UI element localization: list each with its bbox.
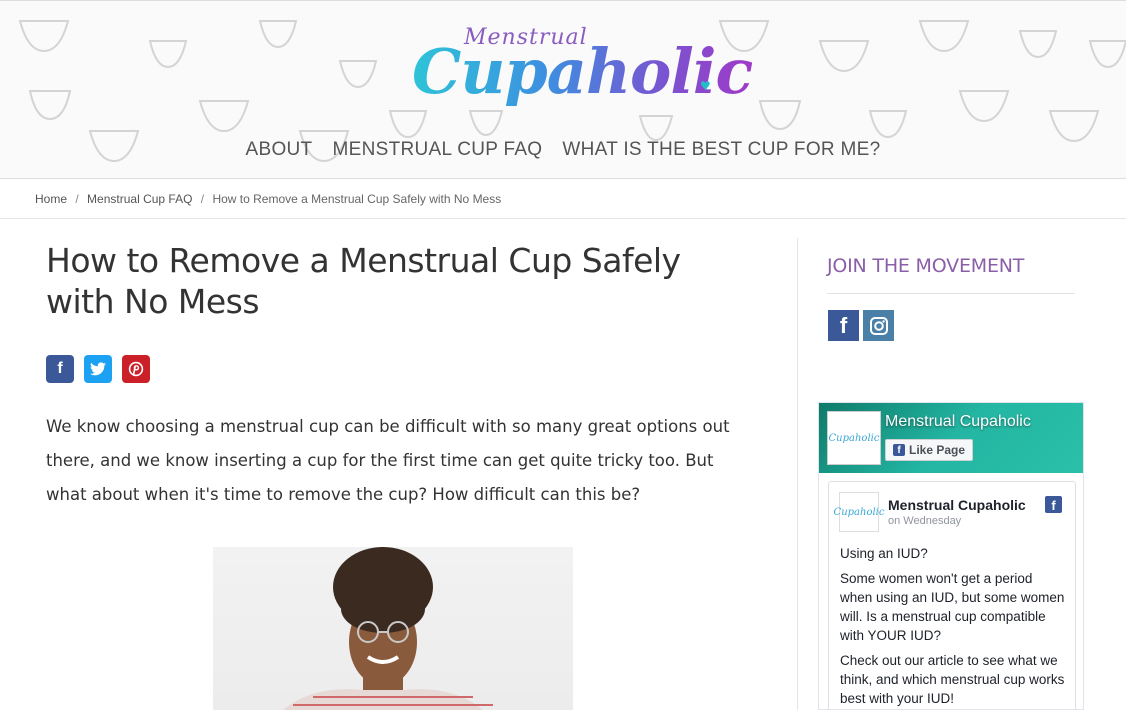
facebook-post: Cupaholic Menstrual Cupaholic on Wednesd… <box>828 481 1076 709</box>
instagram-link[interactable] <box>863 310 894 341</box>
main-nav: ABOUT MENSTRUAL CUP FAQ WHAT IS THE BEST… <box>0 139 1126 161</box>
breadcrumb-divider <box>0 218 1126 219</box>
like-page-button[interactable]: f Like Page <box>885 439 974 461</box>
sidebar-divider <box>797 238 798 710</box>
social-links: f <box>828 310 894 341</box>
breadcrumb-separator: / <box>200 192 205 206</box>
twitter-share-button[interactable] <box>84 355 112 383</box>
breadcrumb-home[interactable]: Home <box>35 192 67 206</box>
post-paragraph: Using an IUD? <box>840 546 928 561</box>
twitter-icon <box>90 362 106 376</box>
breadcrumb: Home / Menstrual Cup FAQ / How to Remove… <box>35 192 501 206</box>
facebook-page-widget: Cupaholic Menstrual Cupaholic f Like Pag… <box>818 402 1084 710</box>
article-intro: We know choosing a menstrual cup can be … <box>46 417 730 504</box>
post-avatar-logo: Cupaholic <box>833 506 885 518</box>
post-paragraph: Some women won't get a period when using… <box>840 571 1065 643</box>
site-header: Menstrual Cupaholic ♥ ABOUT MENSTRUAL CU… <box>0 0 1126 179</box>
page-avatar[interactable]: Cupaholic <box>827 411 881 465</box>
post-paragraph: Check out our article to see what we thi… <box>840 653 1065 706</box>
nav-menstrual-cup-faq[interactable]: MENSTRUAL CUP FAQ <box>332 139 542 161</box>
facebook-page-name[interactable]: Menstrual Cupaholic <box>885 413 1031 431</box>
facebook-share-button[interactable]: f <box>46 355 74 383</box>
breadcrumb-current: How to Remove a Menstrual Cup Safely wit… <box>212 192 502 206</box>
facebook-icon: f <box>893 444 905 456</box>
post-text: Using an IUD? Some women won't get a per… <box>840 544 1068 709</box>
site-logo[interactable]: Menstrual Cupaholic ♥ <box>412 19 753 111</box>
facebook-link[interactable]: f <box>828 310 859 341</box>
heart-icon: ♥ <box>700 79 711 93</box>
sidebar-heading: JOIN THE MOVEMENT <box>827 255 1025 277</box>
instagram-icon <box>869 316 888 335</box>
article-hero-image <box>213 547 573 710</box>
facebook-icon: f <box>1045 496 1062 513</box>
nav-about[interactable]: ABOUT <box>246 139 313 161</box>
pinterest-icon <box>128 361 144 377</box>
post-author[interactable]: Menstrual Cupaholic <box>888 497 1026 513</box>
sidebar-heading-rule <box>827 293 1075 294</box>
logo-title: Cupaholic <box>412 35 753 108</box>
breadcrumb-separator: / <box>75 192 79 206</box>
post-avatar[interactable]: Cupaholic <box>834 492 884 532</box>
facebook-icon: f <box>57 360 63 377</box>
woman-smiling-photo <box>283 547 493 710</box>
breadcrumb-faq[interactable]: Menstrual Cup FAQ <box>87 192 192 206</box>
facebook-icon: f <box>839 312 848 338</box>
facebook-cover: Cupaholic Menstrual Cupaholic f Like Pag… <box>819 403 1083 473</box>
post-date[interactable]: on Wednesday <box>888 515 961 527</box>
like-page-label: Like Page <box>909 443 966 457</box>
share-buttons: f <box>46 355 150 383</box>
pinterest-share-button[interactable] <box>122 355 150 383</box>
nav-best-cup-for-me[interactable]: WHAT IS THE BEST CUP FOR ME? <box>562 139 880 161</box>
page-title: How to Remove a Menstrual Cup Safely wit… <box>46 241 681 321</box>
page-avatar-logo: Cupaholic <box>828 432 880 444</box>
